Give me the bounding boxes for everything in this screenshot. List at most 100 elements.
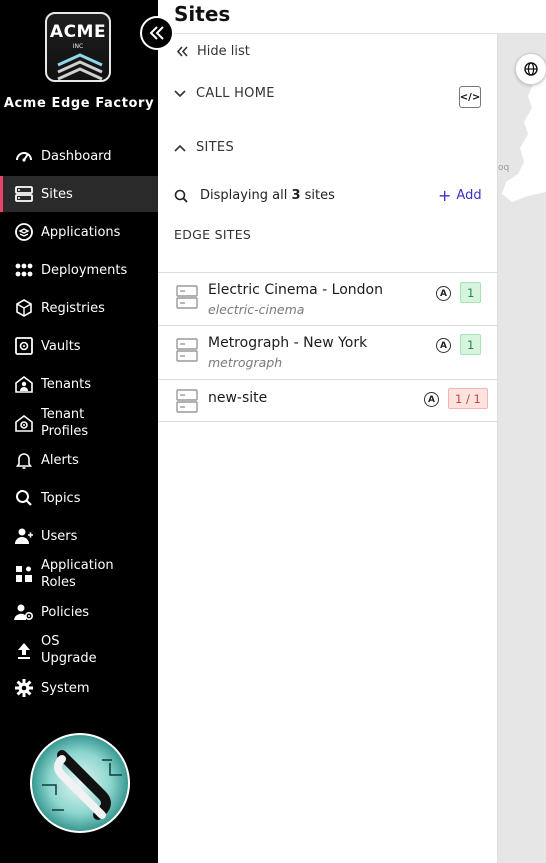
sidebar-item-label: Dashboard: [41, 148, 112, 164]
dashboard-icon: [14, 146, 34, 166]
sidebar-item-policies[interactable]: Policies: [0, 599, 158, 625]
call-home-section-toggle[interactable]: CALL HOME: [174, 86, 275, 101]
display-count-text: Displaying all 3 sites: [200, 188, 335, 203]
app-root: ACME INC Acme Edge Factory Dashboard Sit…: [0, 0, 546, 863]
status-badge: 1 / 1: [448, 388, 488, 409]
site-slug: electric-cinema: [208, 302, 305, 317]
sidebar-item-label: OS Upgrade: [41, 634, 97, 666]
server-icon: [14, 184, 34, 204]
sites-section-toggle[interactable]: SITES: [174, 140, 234, 155]
double-chevron-left-icon: [176, 46, 188, 57]
bell-icon: [14, 450, 34, 470]
page-title: Sites: [174, 2, 231, 26]
sidebar-item-label: Tenants: [41, 376, 92, 392]
mode-badge: A: [424, 392, 439, 407]
sidebar-item-label: Vaults: [41, 338, 81, 354]
tenants-icon: [14, 374, 34, 394]
user-avatar[interactable]: [30, 733, 130, 833]
sidebar-item-users[interactable]: Users: [0, 523, 158, 549]
policies-icon: [14, 602, 34, 622]
sidebar-item-label: Policies: [41, 604, 90, 620]
sidebar-item-tenant-profiles[interactable]: Tenant Profiles: [0, 405, 158, 441]
search-icon: [174, 189, 188, 203]
double-chevron-left-icon: [149, 26, 164, 40]
company-name: Acme Edge Factory: [3, 96, 155, 111]
registries-icon: [14, 298, 34, 318]
logo-text: ACME: [49, 22, 107, 42]
sidebar-item-registries[interactable]: Registries: [0, 295, 158, 321]
search-icon: [14, 488, 34, 508]
chevron-up-icon: [174, 144, 186, 152]
map-place-label: oq: [498, 163, 510, 173]
add-site-button[interactable]: + Add: [438, 186, 482, 205]
server-icon: [176, 285, 198, 309]
page-header: Sites: [158, 0, 546, 34]
sidebar-item-applications[interactable]: Applications: [0, 219, 158, 245]
avatar-emblem-icon: [42, 750, 122, 820]
display-count: 3: [291, 188, 301, 203]
sidebar-item-tenants[interactable]: Tenants: [0, 371, 158, 397]
mode-badge: A: [436, 286, 451, 301]
logo-subtext: INC: [72, 43, 84, 50]
site-slug: metrograph: [208, 355, 283, 370]
display-suffix: sites: [300, 188, 335, 203]
status-badge: 1: [460, 282, 482, 303]
site-row[interactable]: Electric Cinema - London electric-cinema…: [158, 272, 498, 325]
sidebar-item-sites[interactable]: Sites: [0, 176, 158, 212]
sidebar-item-label: Users: [41, 528, 78, 544]
server-icon: [176, 338, 198, 362]
sidebar-item-topics[interactable]: Topics: [0, 485, 158, 511]
sidebar-item-label: Topics: [41, 490, 81, 506]
application-roles-icon: [14, 564, 34, 584]
call-home-label: CALL HOME: [196, 86, 275, 101]
sidebar-item-os-upgrade[interactable]: OS Upgrade: [0, 632, 158, 668]
sidebar-item-label: Applications: [41, 224, 121, 240]
site-name: Metrograph - New York: [208, 335, 368, 351]
sidebar-item-label: Deployments: [41, 262, 128, 278]
embed-code-button[interactable]: </>: [459, 86, 481, 108]
sidebar-item-system[interactable]: System: [0, 675, 158, 701]
edge-sites-heading: EDGE SITES: [174, 227, 252, 242]
users-icon: [14, 526, 34, 546]
sidebar-item-label: System: [41, 680, 90, 696]
sidebar-item-label: Tenant Profiles: [41, 407, 89, 439]
logo-chevron-icon: [57, 53, 103, 80]
sidebar-item-alerts[interactable]: Alerts: [0, 447, 158, 473]
sidebar-item-label: Application Roles: [41, 558, 114, 590]
plus-icon: +: [438, 186, 452, 205]
sidebar-item-dashboard[interactable]: Dashboard: [0, 143, 158, 169]
sidebar-item-label: Alerts: [41, 452, 79, 468]
sidebar-item-deployments[interactable]: Deployments: [0, 257, 158, 283]
sidebar-item-label: Sites: [41, 186, 73, 202]
tenant-profiles-icon: [14, 413, 34, 433]
map-layers-button[interactable]: [515, 53, 546, 85]
sites-section-label: SITES: [196, 140, 234, 155]
hide-list-button[interactable]: Hide list: [176, 44, 250, 59]
upload-icon: [14, 640, 34, 660]
sidebar: ACME INC Acme Edge Factory Dashboard Sit…: [0, 0, 158, 863]
globe-icon: [524, 62, 538, 76]
chevron-down-icon: [174, 89, 186, 97]
vault-icon: [14, 336, 34, 356]
sites-list-panel: Hide list CALL HOME </> SITES Displaying…: [158, 34, 498, 863]
map-view[interactable]: oq: [498, 34, 546, 863]
deployments-icon: [14, 260, 34, 280]
display-prefix: Displaying all: [200, 188, 292, 203]
company-logo[interactable]: ACME INC: [45, 12, 111, 82]
sidebar-item-application-roles[interactable]: Application Roles: [0, 556, 158, 592]
mode-badge: A: [436, 338, 451, 353]
list-divider: [158, 421, 498, 422]
site-row[interactable]: Metrograph - New York metrograph A 1: [158, 325, 498, 379]
sidebar-item-vaults[interactable]: Vaults: [0, 333, 158, 359]
site-name: Electric Cinema - London: [208, 282, 383, 298]
hide-list-label: Hide list: [197, 44, 250, 59]
status-badge: 1: [460, 334, 482, 355]
site-row[interactable]: new-site A 1 / 1: [158, 379, 498, 421]
collapse-sidebar-button[interactable]: [140, 16, 174, 50]
server-icon: [176, 389, 198, 413]
add-label: Add: [456, 188, 482, 203]
gear-icon: [14, 678, 34, 698]
applications-icon: [14, 222, 34, 242]
site-name: new-site: [208, 390, 268, 406]
sidebar-item-label: Registries: [41, 300, 105, 316]
